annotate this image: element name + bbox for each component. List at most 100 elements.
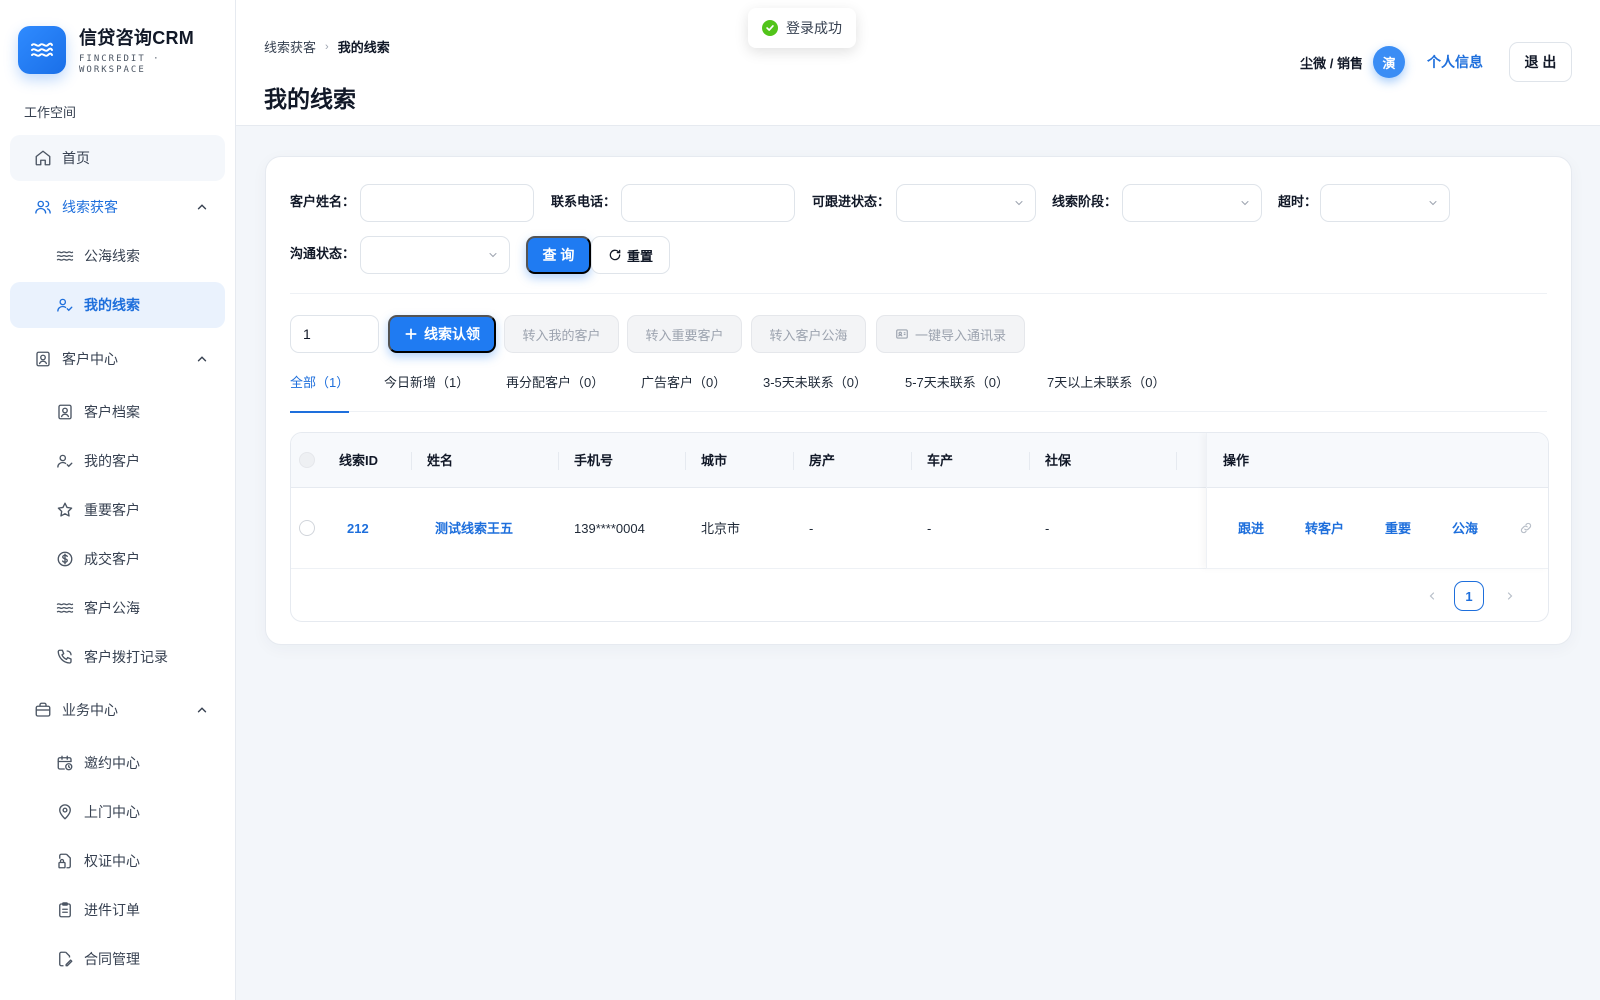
sidebar-item-visit-center[interactable]: 上门中心 xyxy=(10,789,225,835)
users-icon xyxy=(34,198,52,216)
column-header[interactable]: 线索ID xyxy=(339,433,378,488)
refresh-icon xyxy=(609,249,621,261)
sidebar-item-orders[interactable]: 进件订单 xyxy=(10,887,225,933)
row-select-radio[interactable] xyxy=(299,520,315,536)
sidebar-item-label: 成交客户 xyxy=(84,551,140,567)
column-divider xyxy=(1176,452,1177,470)
sidebar-item-lead-acquisition[interactable]: 线索获客 xyxy=(10,184,225,230)
sidebar-item-home[interactable]: 首页 xyxy=(10,135,225,181)
sidebar-item-customer-pool[interactable]: 客户公海 xyxy=(10,585,225,631)
query-button[interactable]: 查 询 xyxy=(526,236,591,274)
logout-button[interactable]: 退 出 xyxy=(1509,42,1572,82)
to-my-customer-button[interactable]: 转入我的客户 xyxy=(504,315,619,353)
sidebar-item-public-leads[interactable]: 公海线索 xyxy=(10,233,225,279)
waves-icon xyxy=(56,599,74,617)
lead-social-security: - xyxy=(1045,521,1050,536)
tab-today-new[interactable]: 今日新增（1） xyxy=(384,372,469,412)
sidebar-item-label: 上门中心 xyxy=(84,804,140,820)
column-header[interactable]: 手机号 xyxy=(574,433,613,488)
follow-status-label: 可跟进状态： xyxy=(812,194,891,209)
success-toast: 登录成功 xyxy=(748,8,856,48)
dollar-circle-icon xyxy=(56,550,74,568)
sidebar-item-warrant-center[interactable]: 权证中心 xyxy=(10,838,225,884)
to-customer-pool-button[interactable]: 转入客户公海 xyxy=(751,315,866,353)
sidebar-item-important-customers[interactable]: 重要客户 xyxy=(10,487,225,533)
customer-name-label: 客户姓名： xyxy=(290,194,356,209)
breadcrumb-item[interactable]: 线索获客 xyxy=(264,37,316,56)
waves-icon xyxy=(56,247,74,265)
lead-name-link[interactable]: 测试线索王五 xyxy=(435,488,513,569)
chevron-right-icon[interactable] xyxy=(1504,590,1516,602)
column-divider xyxy=(911,452,912,470)
sidebar-item-label: 业务中心 xyxy=(62,702,118,718)
calendar-clock-icon xyxy=(56,754,74,772)
column-header[interactable]: 房产 xyxy=(809,433,835,488)
tab-7-plus-days[interactable]: 7天以上未联系（0） xyxy=(1047,372,1165,412)
timeout-label: 超时： xyxy=(1278,194,1318,209)
sidebar-item-call-records[interactable]: 客户拨打记录 xyxy=(10,634,225,680)
import-contacts-label: 一键导入通讯录 xyxy=(914,327,1006,343)
sidebar-item-label: 首页 xyxy=(62,150,90,166)
to-important-button[interactable]: 转入重要客户 xyxy=(627,315,742,353)
column-header: 操作 xyxy=(1223,453,1250,468)
clipboard-icon xyxy=(56,901,74,919)
convert-customer-link[interactable]: 转客户 xyxy=(1305,488,1344,569)
user-check-icon xyxy=(56,452,74,470)
timeout-select[interactable] xyxy=(1320,184,1450,222)
lead-id-link[interactable]: 212 xyxy=(347,488,369,569)
sidebar-item-closed-customers[interactable]: 成交客户 xyxy=(10,536,225,582)
home-icon xyxy=(34,149,52,167)
breadcrumb-current: 我的线索 xyxy=(337,40,390,55)
file-edit-icon xyxy=(56,950,74,968)
tab-ad-customers[interactable]: 广告客户（0） xyxy=(641,372,726,412)
sidebar-item-my-customers[interactable]: 我的客户 xyxy=(10,438,225,484)
brand[interactable]: 信贷咨询CRM FINCREDIT · WORKSPACE xyxy=(18,24,194,76)
sidebar-item-label: 我的客户 xyxy=(84,453,140,469)
avatar[interactable]: 演 xyxy=(1373,46,1405,78)
sidebar-item-invitation-center[interactable]: 邀约中心 xyxy=(10,740,225,786)
column-header[interactable]: 车产 xyxy=(927,433,953,488)
follow-up-link[interactable]: 跟进 xyxy=(1238,488,1264,569)
comm-status-select[interactable] xyxy=(360,236,510,274)
sidebar-item-label: 客户拨打记录 xyxy=(84,649,168,665)
claim-lead-button[interactable]: 线索认领 xyxy=(388,315,496,353)
follow-status-select[interactable] xyxy=(896,184,1036,222)
reset-button[interactable]: 重置 xyxy=(591,236,670,274)
lead-tabs: 全部（1） 今日新增（1） 再分配客户（0） 广告客户（0） 3-5天未联系（0… xyxy=(290,372,1547,413)
mark-important-link[interactable]: 重要 xyxy=(1385,488,1411,569)
phone-input[interactable] xyxy=(621,184,795,222)
sidebar-item-label: 权证中心 xyxy=(84,853,140,869)
move-to-pool-link[interactable]: 公海 xyxy=(1452,488,1478,569)
column-header[interactable]: 城市 xyxy=(701,433,727,488)
tab-reassigned[interactable]: 再分配客户（0） xyxy=(506,372,604,412)
tab-all[interactable]: 全部（1） xyxy=(290,372,350,413)
sidebar-item-business-center[interactable]: 业务中心 xyxy=(10,687,225,733)
lead-stage-select[interactable] xyxy=(1122,184,1262,222)
tab-3-5-days[interactable]: 3-5天未联系（0） xyxy=(763,372,867,412)
lead-car: - xyxy=(927,521,932,536)
user-area: 尘微 / 销售 演 个人信息 退 出 xyxy=(1300,42,1572,82)
chevron-down-icon xyxy=(1015,201,1023,206)
column-header[interactable]: 姓名 xyxy=(427,433,453,488)
page-number[interactable]: 1 xyxy=(1454,581,1484,611)
customer-name-input[interactable] xyxy=(360,184,534,222)
page-header: 线索获客 › 我的线索 我的线索 尘微 / 销售 演 个人信息 退 出 xyxy=(236,0,1600,126)
column-divider xyxy=(1029,452,1030,470)
quantity-input[interactable] xyxy=(290,315,379,353)
link-icon[interactable] xyxy=(1519,521,1533,535)
operations-column: 操作 跟进 转客户 重要 公海 xyxy=(1206,433,1548,569)
column-header[interactable]: 社保 xyxy=(1045,433,1071,488)
import-contacts-button[interactable]: 一键导入通讯录 xyxy=(876,315,1025,353)
sidebar-item-customer-profile[interactable]: 客户档案 xyxy=(10,389,225,435)
plus-icon xyxy=(405,328,417,340)
breadcrumb: 线索获客 › 我的线索 xyxy=(264,37,390,56)
profile-link[interactable]: 个人信息 xyxy=(1427,52,1483,72)
tab-5-7-days[interactable]: 5-7天未联系（0） xyxy=(905,372,1009,412)
select-all-radio[interactable] xyxy=(299,452,315,468)
lead-city: 北京市 xyxy=(701,521,741,536)
chevron-left-icon[interactable] xyxy=(1426,590,1438,602)
sidebar-item-customer-center[interactable]: 客户中心 xyxy=(10,336,225,382)
sidebar-item-contracts[interactable]: 合同管理 xyxy=(10,936,225,982)
reset-label: 重置 xyxy=(626,248,653,264)
sidebar-item-my-leads[interactable]: 我的线索 xyxy=(10,282,225,328)
